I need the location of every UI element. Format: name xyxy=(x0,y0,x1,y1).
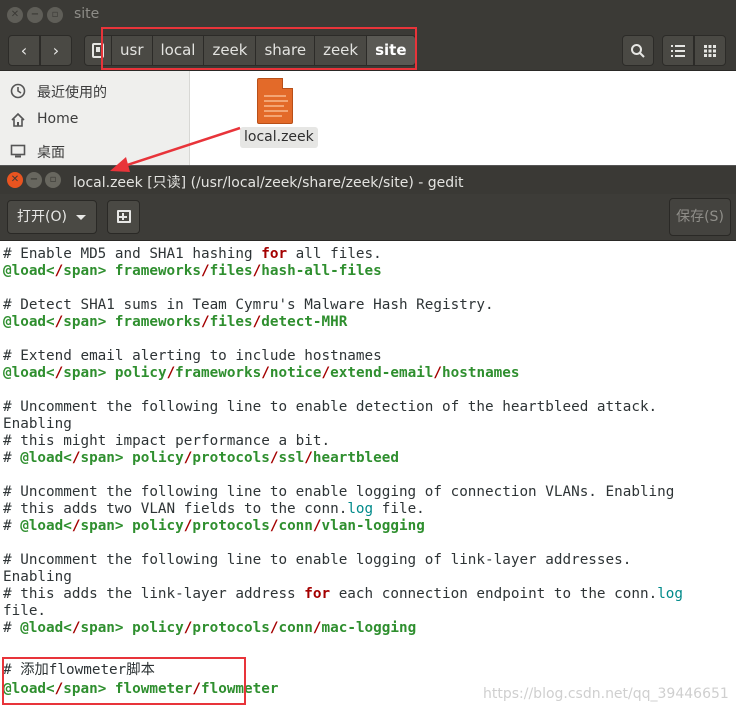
list-view-icon xyxy=(671,45,685,57)
editor-line: # @load</span> policy/protocols/conn/vla… xyxy=(3,518,425,534)
home-icon xyxy=(11,112,25,127)
window-title: local.zeek [只读] (/usr/local/zeek/share/z… xyxy=(73,175,464,191)
back-button[interactable]: ‹ xyxy=(8,35,40,66)
editor-line: # @load</span> policy/protocols/conn/mac… xyxy=(3,620,417,636)
chevron-down-icon xyxy=(76,215,86,220)
editor-line: # Detect SHA1 sums in Team Cymru's Malwa… xyxy=(3,297,494,313)
desktop-icon xyxy=(10,144,26,158)
editor-line: @load</span> frameworks/files/hash-all-f… xyxy=(3,263,382,279)
grid-view-button[interactable] xyxy=(694,35,726,66)
clock-icon xyxy=(10,83,26,99)
editor-line: # Enable MD5 and SHA1 hashing for all fi… xyxy=(3,246,382,262)
document-icon xyxy=(92,43,104,58)
editor-line: # @load</span> policy/protocols/ssl/hear… xyxy=(3,450,399,466)
editor-line: # Uncomment the following line to enable… xyxy=(3,399,658,415)
save-button[interactable]: 保存(S) xyxy=(669,198,731,236)
new-document-icon xyxy=(117,210,131,223)
breadcrumb-zeek-2[interactable]: zeek xyxy=(315,35,368,66)
forward-button[interactable]: › xyxy=(40,35,72,66)
places-sidebar: 最近使用的 Home 桌面 xyxy=(0,71,190,165)
breadcrumb-local[interactable]: local xyxy=(152,35,205,66)
sidebar-item-home[interactable]: Home xyxy=(0,108,190,134)
chevron-right-icon: › xyxy=(52,41,60,60)
sidebar-item-recent[interactable]: 最近使用的 xyxy=(0,79,190,105)
search-button[interactable] xyxy=(622,35,654,66)
file-manager-toolbar: ‹ › usr local zeek share zeek site xyxy=(0,31,736,71)
breadcrumb-usr[interactable]: usr xyxy=(112,35,153,66)
breadcrumb-site[interactable]: site xyxy=(367,35,416,66)
chevron-left-icon: ‹ xyxy=(20,41,28,60)
editor-line: # 添加flowmeter脚本 xyxy=(3,662,155,678)
breadcrumb-share[interactable]: share xyxy=(256,35,316,66)
screenshot-root: ✕ − ▫ site ‹ › usr local zeek share zeek… xyxy=(0,0,736,714)
search-icon xyxy=(631,44,645,58)
open-button[interactable]: 打开(O) xyxy=(7,200,97,234)
editor-line: Enabling xyxy=(3,416,72,432)
breadcrumb-zeek[interactable]: zeek xyxy=(204,35,257,66)
file-name-label[interactable]: local.zeek xyxy=(240,127,318,148)
gedit-toolbar: 打开(O) 保存(S) xyxy=(0,194,736,241)
editor-line: file. xyxy=(3,603,47,619)
new-tab-button[interactable] xyxy=(107,200,140,234)
path-toggle-button[interactable] xyxy=(84,35,112,66)
grid-view-icon xyxy=(704,45,716,57)
close-window-icon[interactable]: ✕ xyxy=(7,7,23,23)
editor-line: # Uncomment the following line to enable… xyxy=(3,484,675,500)
editor-line: # Uncomment the following line to enable… xyxy=(3,552,632,568)
sidebar-item-label: Home xyxy=(37,111,79,127)
editor-line: # this might impact performance a bit. xyxy=(3,433,331,449)
editor-line: @load</span> policy/frameworks/notice/ex… xyxy=(3,365,520,381)
editor-line: @load</span> flowmeter/flowmeter xyxy=(3,681,279,697)
maximize-window-icon[interactable]: ▫ xyxy=(47,7,63,23)
list-view-button[interactable] xyxy=(662,35,694,66)
text-document-icon[interactable] xyxy=(257,78,293,124)
close-window-icon[interactable]: ✕ xyxy=(7,172,23,188)
editor-line: # Extend email alerting to include hostn… xyxy=(3,348,382,364)
file-manager-titlebar: ✕ − ▫ site xyxy=(0,0,736,31)
open-button-label: 打开(O) xyxy=(17,209,67,225)
editor-line: Enabling xyxy=(3,569,72,585)
editor-line: # this adds two VLAN fields to the conn.… xyxy=(3,501,425,517)
text-editor[interactable]: # Enable MD5 and SHA1 hashing for all fi… xyxy=(0,241,736,714)
sidebar-item-label: 最近使用的 xyxy=(37,85,107,101)
sidebar-item-desktop[interactable]: 桌面 xyxy=(0,139,190,165)
maximize-window-icon[interactable]: ▫ xyxy=(45,172,61,188)
path-bar: usr local zeek share zeek site xyxy=(84,35,416,66)
gedit-titlebar: ✕ − ▫ local.zeek [只读] (/usr/local/zeek/s… xyxy=(0,165,736,194)
watermark: https://blog.csdn.net/qq_39446651 xyxy=(483,686,729,702)
minimize-window-icon[interactable]: − xyxy=(26,172,42,188)
window-title: site xyxy=(74,6,100,22)
editor-line: @load</span> frameworks/files/detect-MHR xyxy=(3,314,348,330)
editor-line: # this adds the link-layer address for e… xyxy=(3,586,684,602)
sidebar-item-label: 桌面 xyxy=(37,145,65,161)
minimize-window-icon[interactable]: − xyxy=(27,7,43,23)
